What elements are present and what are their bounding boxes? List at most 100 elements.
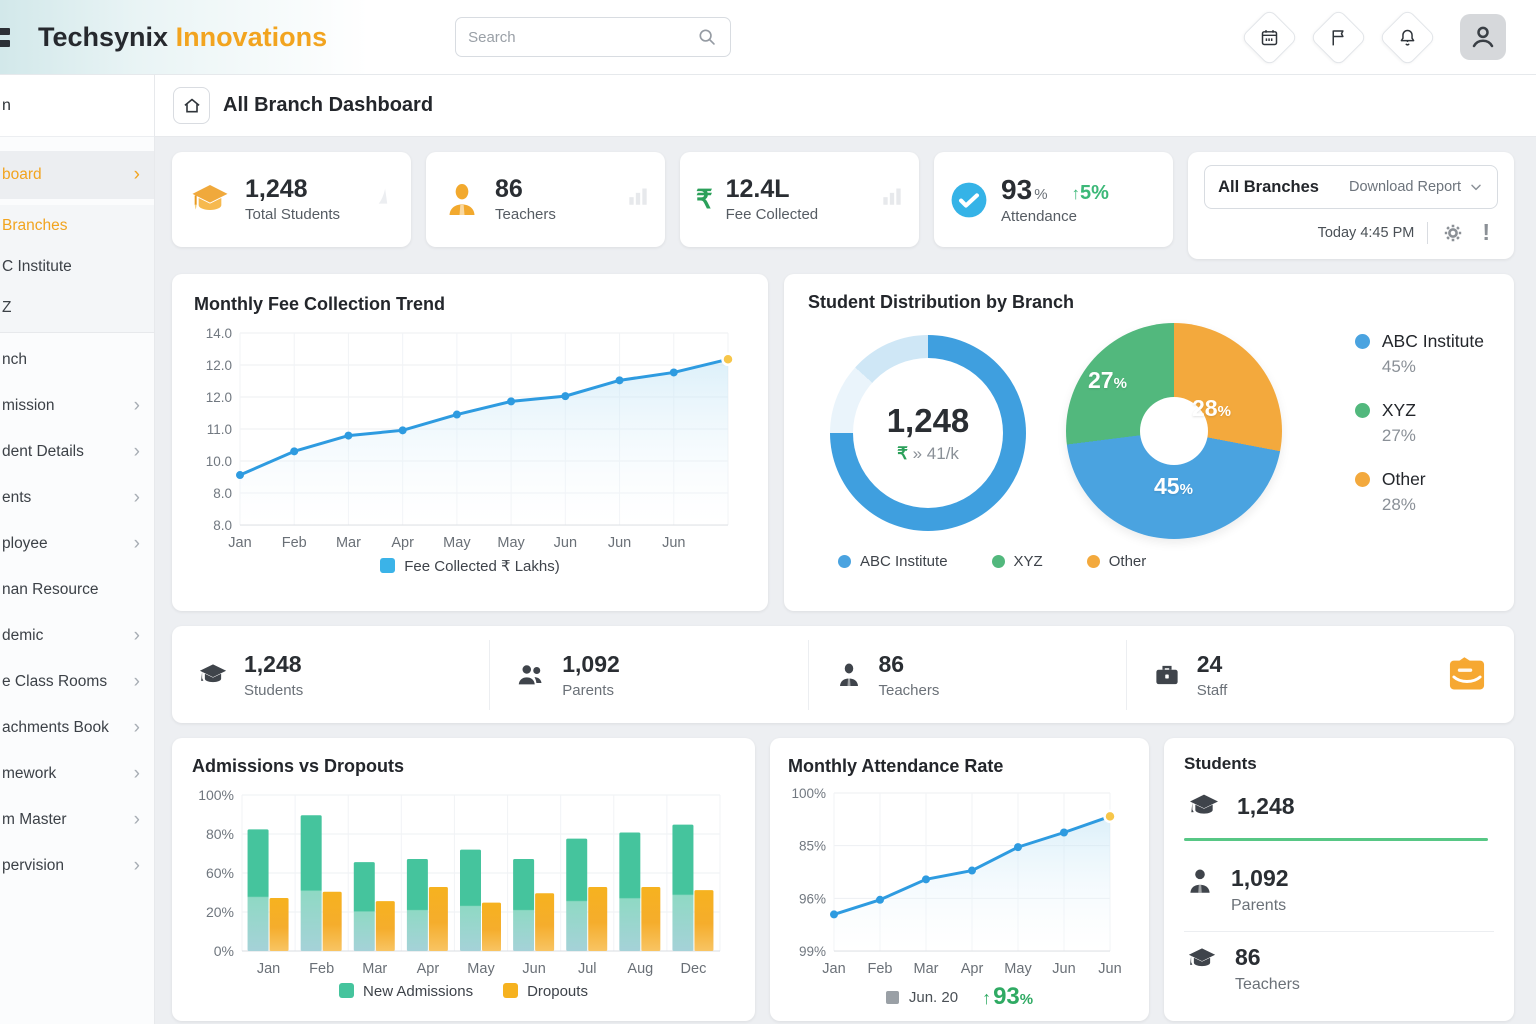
admissions-legend-new: New Admissions [339, 983, 473, 1000]
inbox-icon [1444, 654, 1490, 696]
svg-text:12.0: 12.0 [206, 390, 232, 405]
graduation-cap-icon [196, 660, 230, 690]
app-logo: Techsynix Innovations [38, 22, 327, 53]
mid-stat-staff: 24Staff [1126, 640, 1444, 710]
svg-text:99%: 99% [799, 944, 826, 959]
svg-text:Apr: Apr [417, 961, 440, 977]
legend-item-xyz: XYZ 27% [1355, 400, 1484, 446]
sidebar-item-human-resource[interactable]: nan Resource [0, 567, 154, 613]
user-icon [1468, 22, 1498, 52]
branch-selector[interactable]: All Branches Download Report [1204, 165, 1498, 209]
total-students-ring: 1,248 ₹ » 41/k [830, 335, 1026, 531]
legend-item-abc: ABC Institute 45% [1355, 331, 1484, 377]
sidebar-item-academic[interactable]: demic › [0, 613, 154, 659]
search-icon[interactable] [696, 26, 718, 48]
sidebar-item-abc-institute[interactable]: C Institute [0, 246, 154, 287]
graduation-cap-icon [188, 180, 232, 220]
students-panel-title: Students [1184, 754, 1494, 774]
svg-text:10.0: 10.0 [206, 454, 232, 469]
fee-trend-chart: 14.012.012.011.010.08.08.0JanFebMarAprMa… [194, 323, 746, 555]
sidebar-item-student-details[interactable]: dent Details › [0, 429, 154, 475]
home-icon [182, 96, 202, 116]
mid-stat-teachers: 86Teachers [808, 640, 1126, 710]
svg-text:Feb: Feb [309, 961, 334, 977]
person-dark-icon [1184, 865, 1216, 915]
messages-button[interactable] [1310, 8, 1368, 66]
mid-stat-students: 1,248Students [172, 640, 489, 710]
svg-text:Jun: Jun [1052, 961, 1075, 977]
notifications-button[interactable] [1379, 8, 1437, 66]
logo-accent: Innovations [176, 22, 328, 52]
search-box[interactable] [455, 17, 731, 57]
teachers-row: 86 Teachers [1184, 934, 1494, 1004]
sidebar-item-dashboard[interactable]: board › [0, 151, 154, 199]
calendar-button[interactable] [1241, 8, 1299, 66]
ring-total-value: 1,248 [887, 402, 970, 440]
sidebar-item-employee[interactable]: ployee › [0, 521, 154, 567]
attendance-delta-value: ↑ 93 % [982, 983, 1033, 1011]
svg-text:80%: 80% [206, 826, 234, 842]
svg-text:Jan: Jan [228, 535, 251, 551]
distribution-legend: ABC Institute 45% XYZ 27% Other 28% [1355, 323, 1490, 515]
flag-icon [1328, 27, 1349, 48]
alert-icon[interactable]: ! [1478, 219, 1494, 246]
sidebar-item-events[interactable]: ents › [0, 475, 154, 521]
svg-text:14.0: 14.0 [206, 326, 232, 341]
sidebar-item-admission[interactable]: mission › [0, 383, 154, 429]
svg-text:Aug: Aug [627, 961, 653, 977]
sidebar-item-branch[interactable]: nch [0, 337, 154, 383]
svg-text:May: May [1004, 961, 1032, 977]
mini-bars-icon [625, 182, 651, 208]
svg-text:Feb: Feb [868, 961, 893, 977]
sidebar-item-class-rooms[interactable]: e Class Rooms › [0, 659, 154, 705]
donut-label-other: 28% [1192, 395, 1231, 422]
ring-sub-value: ₹ » 41/k [897, 444, 959, 464]
attendance-delta: ↑5% [1072, 182, 1109, 205]
attendance-legend-swatch [886, 991, 899, 1004]
svg-text:Jun: Jun [554, 535, 577, 551]
sidebar-item-exam-master[interactable]: m Master › [0, 797, 154, 843]
svg-text:Jan: Jan [257, 961, 280, 977]
sidebar-item-supervision[interactable]: pervision › [0, 843, 154, 889]
svg-text:8.0: 8.0 [213, 486, 232, 501]
download-report-button[interactable]: Download Report [1349, 179, 1461, 195]
home-button[interactable] [173, 87, 210, 124]
attendance-panel: Monthly Attendance Rate 100%85%96%99%Jan… [770, 738, 1149, 1021]
stat-card-attendance: 93 % ↑5% Attendance [934, 152, 1173, 247]
gear-icon[interactable] [1441, 221, 1465, 245]
svg-text:Apr: Apr [391, 535, 414, 551]
logo-mark-icon [0, 28, 10, 47]
mid-stats-strip: 1,248Students 1,092Parents 86Teachers [172, 626, 1514, 723]
sidebar: n board › Branches C Institute Z nch [0, 75, 155, 1024]
briefcase-icon [1151, 660, 1183, 690]
admissions-title: Admissions vs Dropouts [192, 756, 735, 777]
sidebar-item-xyz[interactable]: Z [0, 287, 154, 328]
admissions-panel: Admissions vs Dropouts 100%80%60%20%0%Ja… [172, 738, 755, 1021]
breadcrumb: All Branch Dashboard [155, 75, 1536, 137]
svg-text:Jun: Jun [1098, 961, 1121, 977]
donut-label-abc: 45% [1154, 473, 1193, 500]
legend-item-other: Other 28% [1355, 469, 1484, 515]
stat-card-total-students: 1,248 Total Students [172, 152, 411, 247]
mid-stat-parents: 1,092Parents [489, 640, 807, 710]
attendance-chart: 100%85%96%99%JanFebMarAprMayJunJun [788, 783, 1128, 981]
divider [1184, 931, 1494, 932]
sidebar-item-branches[interactable]: Branches [0, 205, 154, 246]
distribution-title: Student Distribution by Branch [808, 292, 1490, 313]
profile-button[interactable] [1460, 14, 1506, 60]
svg-text:85%: 85% [799, 839, 826, 854]
stat-card-fee-collected: ₹ 12.4L Fee Collected [680, 152, 919, 247]
mini-bars-icon [879, 182, 905, 208]
fee-legend-item: Fee Collected ₹ Lakhs) [380, 557, 559, 575]
sidebar-item-homework[interactable]: mework › [0, 751, 154, 797]
svg-text:Dec: Dec [681, 961, 707, 977]
sidebar-item-attachments-book[interactable]: achments Book › [0, 705, 154, 751]
svg-text:May: May [467, 961, 495, 977]
sidebar-top-fragment: n [0, 75, 154, 137]
search-input[interactable] [468, 29, 696, 46]
attendance-footer: Jun. 20 ↑ 93 % [788, 983, 1131, 1011]
timestamp: Today 4:45 PM [1318, 225, 1415, 241]
donut-label-xyz: 27% [1088, 367, 1127, 394]
fee-trend-panel: Monthly Fee Collection Trend 14.012.012.… [172, 274, 768, 611]
sidebar-nav: board › Branches C Institute Z nch missi… [0, 151, 154, 889]
